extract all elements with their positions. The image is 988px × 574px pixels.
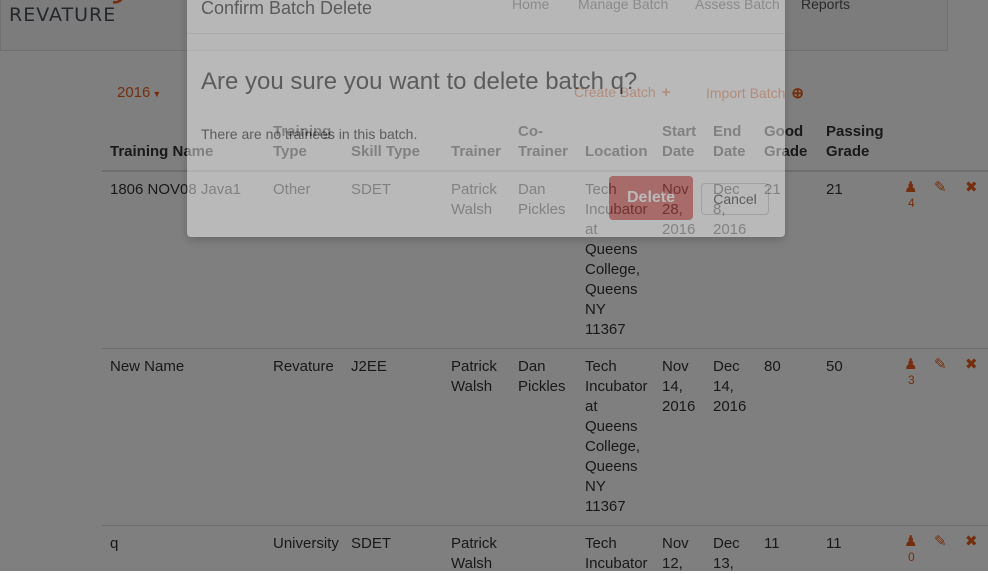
modal-title: Confirm Batch Delete [201,0,373,18]
modal-question: Are you sure you want to delete batch q? [201,68,638,95]
delete-button[interactable]: Delete [609,176,693,220]
modal-subtext: There are no trainees in this batch. [201,126,418,142]
cancel-button[interactable]: Cancel [701,183,769,215]
confirm-delete-modal: Confirm Batch Delete Are you sure you wa… [187,0,785,237]
modal-divider [187,33,785,34]
